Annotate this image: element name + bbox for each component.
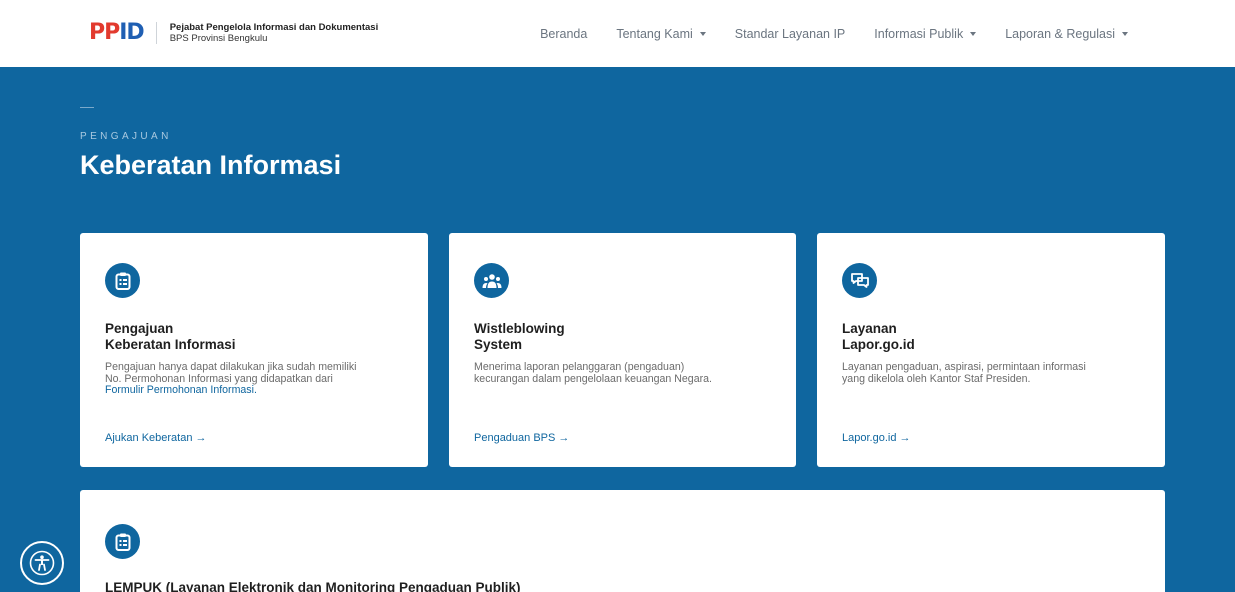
brand-subtitle: BPS Provinsi Bengkulu xyxy=(169,33,268,44)
users-group-icon xyxy=(474,263,509,298)
card-desc-line: Pengajuan hanya dapat dilakukan jika sud… xyxy=(105,361,357,373)
clipboard-list-icon xyxy=(105,263,140,298)
nav-informasi-publik[interactable]: Informasi Publik xyxy=(874,26,977,41)
accessibility-icon xyxy=(29,550,55,576)
card-description: Menerima laporan pelanggaran (pengaduan)… xyxy=(474,361,774,385)
ppid-logo: PPID xyxy=(89,20,145,45)
card-keberatan-informasi: Pengajuan Keberatan Informasi Pengajuan … xyxy=(80,233,428,467)
card-title: Layanan Lapor.go.id xyxy=(842,321,915,353)
nav-standar-layanan[interactable]: Standar Layanan IP xyxy=(735,27,846,41)
nav-tentang-kami[interactable]: Tentang Kami xyxy=(616,26,706,41)
caret-down-icon xyxy=(970,32,977,36)
brand[interactable]: PPID Pejabat Pengelola Informasi dan Dok… xyxy=(89,22,378,44)
card-title-line: Layanan xyxy=(842,321,897,336)
card-title: Wistleblowing System xyxy=(474,321,565,353)
navbar: PPID Pejabat Pengelola Informasi dan Dok… xyxy=(0,0,1235,67)
card-wistleblowing: Wistleblowing System Menerima laporan pe… xyxy=(449,233,796,467)
formulir-permohonan-link[interactable]: Formulir Permohonan Informasi. xyxy=(105,384,405,397)
brand-text: Pejabat Pengelola Informasi dan Dokument… xyxy=(170,22,379,44)
card-title-line: Pengajuan xyxy=(105,321,174,336)
hero-eyebrow: PENGAJUAN xyxy=(80,131,172,142)
logo-text: PPID xyxy=(89,20,145,45)
card-title-line: Lapor.go.id xyxy=(842,337,915,352)
nav-label: Standar Layanan IP xyxy=(734,26,846,41)
card-title: LEMPUK (Layanan Elektronik dan Monitorin… xyxy=(105,580,521,592)
accessibility-button[interactable] xyxy=(20,541,64,585)
caret-down-icon xyxy=(1122,32,1128,36)
ajukan-keberatan-link[interactable]: Ajukan Keberatan → xyxy=(105,432,207,444)
pengaduan-bps-link[interactable]: Pengaduan BPS → xyxy=(474,432,569,444)
card-title-line: Wistleblowing xyxy=(474,321,565,336)
card-title-line: Keberatan Informasi xyxy=(105,337,236,352)
card-desc-line: Layanan pengaduan, aspirasi, permintaan … xyxy=(842,361,1086,373)
card-desc-line: yang dikelola oleh Kantor Staf Presiden. xyxy=(842,372,1031,385)
caret-down-icon xyxy=(699,32,706,36)
nav-label: Tentang Kami xyxy=(616,26,693,41)
card-desc-line: kecurangan dalam pengelolaan keuangan Ne… xyxy=(474,372,712,385)
nav-beranda[interactable]: Beranda xyxy=(540,27,587,41)
page-title: Keberatan Informasi xyxy=(80,150,342,180)
brand-title: Pejabat Pengelola Informasi dan Dokument… xyxy=(169,22,379,33)
nav-label: Laporan & Regulasi xyxy=(1005,26,1115,41)
nav-laporan-regulasi[interactable]: Laporan & Regulasi xyxy=(1005,27,1128,41)
card-lempuk: LEMPUK (Layanan Elektronik dan Monitorin… xyxy=(80,490,1165,592)
nav-label: Beranda xyxy=(540,26,588,41)
hero-dash xyxy=(80,107,94,108)
card-desc-line: Menerima laporan pelanggaran (pengaduan) xyxy=(474,361,685,373)
main-nav: Beranda Tentang Kami Standar Layanan IP … xyxy=(511,0,1128,67)
card-description: Pengajuan hanya dapat dilakukan jika sud… xyxy=(105,361,405,397)
chat-bubbles-icon xyxy=(842,263,877,298)
clipboard-list-icon xyxy=(105,524,140,559)
card-lapor: Layanan Lapor.go.id Layanan pengaduan, a… xyxy=(817,233,1165,467)
brand-divider xyxy=(155,22,157,44)
card-title: Pengajuan Keberatan Informasi xyxy=(105,321,236,353)
card-description: Layanan pengaduan, aspirasi, permintaan … xyxy=(842,361,1142,385)
card-title-line: System xyxy=(474,337,523,352)
nav-label: Informasi Publik xyxy=(874,26,964,41)
lapor-link[interactable]: Lapor.go.id → xyxy=(842,432,911,444)
